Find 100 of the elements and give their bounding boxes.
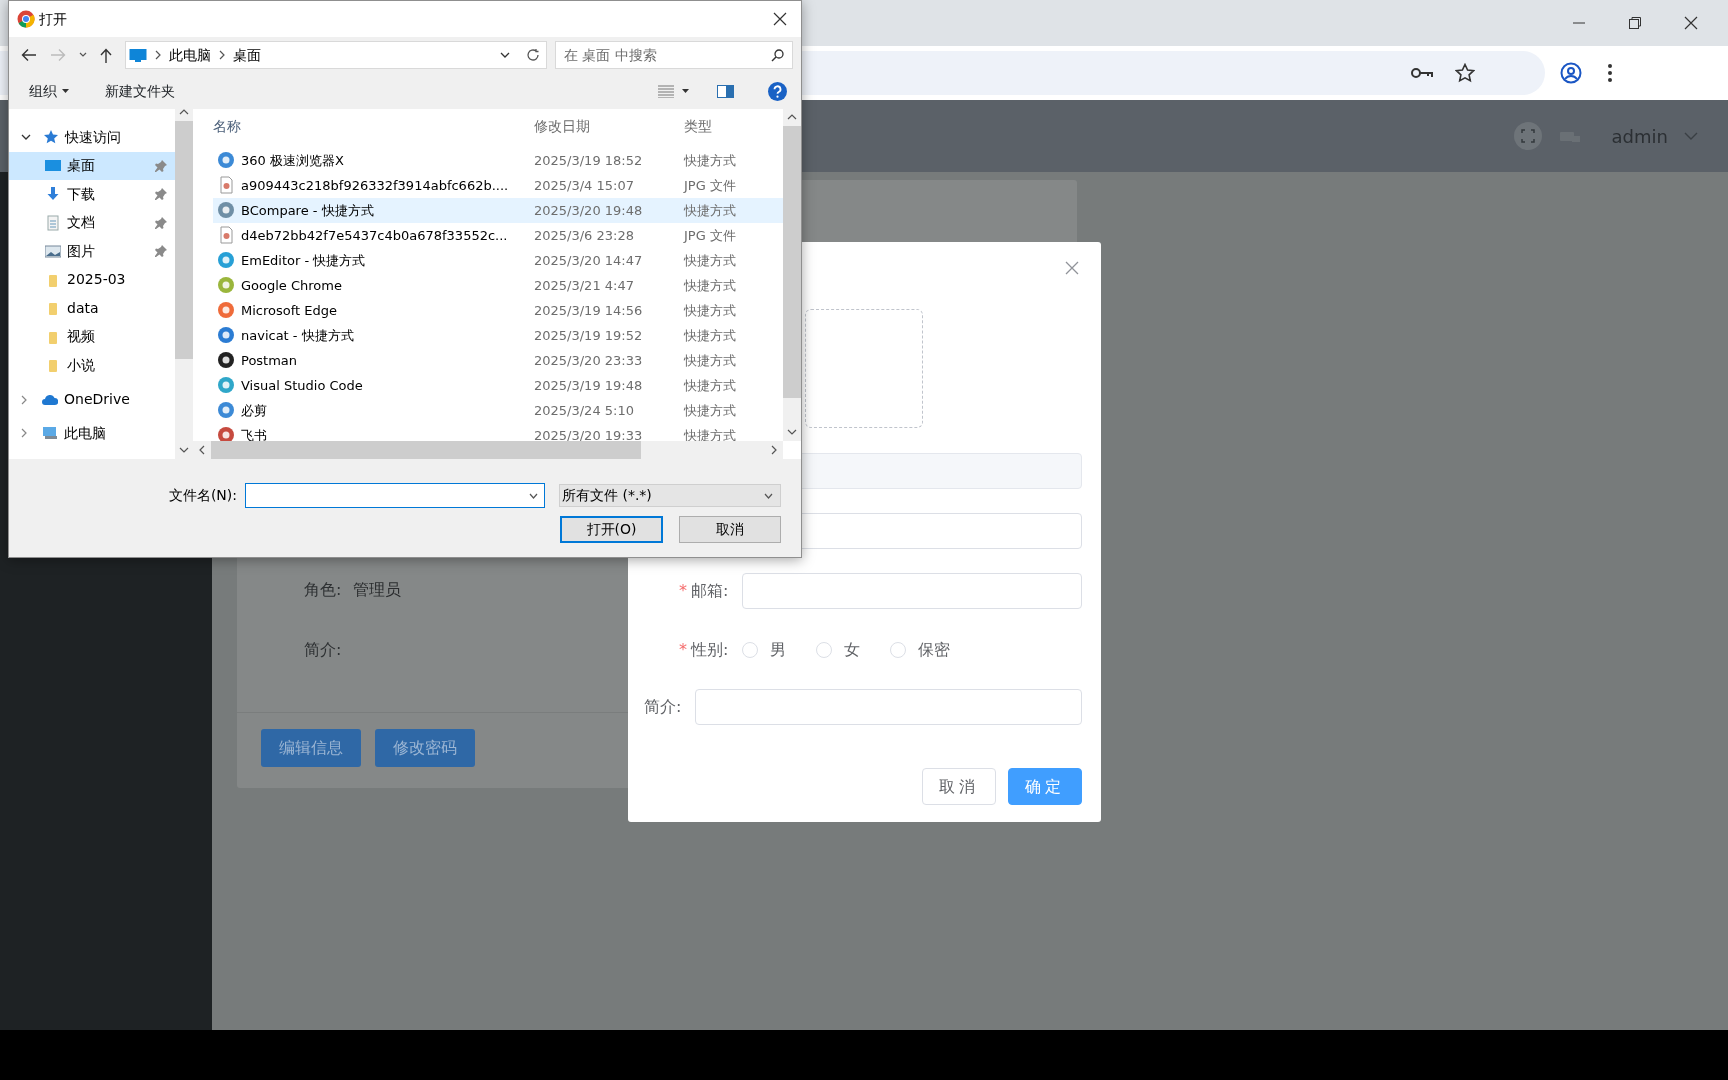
menu-icon[interactable] (1608, 64, 1612, 82)
help-icon[interactable] (768, 81, 787, 101)
nav-item[interactable]: 2025-03 (9, 265, 175, 294)
file-name: navicat - 快捷方式 (241, 326, 354, 345)
fullscreen-icon[interactable] (1513, 122, 1542, 150)
file-row[interactable]: d4eb72bb42f7e5437c4b0a678f33552c... 2025/3/6 23:28 JPG 文件 (213, 222, 783, 248)
required-mark: * (679, 639, 687, 661)
file-row[interactable]: EmEditor - 快捷方式 2025/3/20 14:47 快捷方式 (213, 247, 783, 273)
file-name: EmEditor - 快捷方式 (241, 251, 366, 270)
file-type: JPG 文件 (682, 226, 737, 245)
file-date: 2025/3/4 15:07 (533, 176, 635, 195)
file-date: 2025/3/19 14:56 (533, 301, 644, 320)
nav-item[interactable]: 快速访问 (9, 123, 175, 152)
caret-icon[interactable] (79, 52, 87, 58)
dropdown-caret-icon (764, 492, 773, 499)
toolbar-button[interactable]: 组织 (29, 80, 69, 102)
radio-label[interactable]: 保密 (918, 638, 951, 662)
input-field[interactable] (695, 689, 1082, 725)
breadcrumb-item[interactable]: 桌面 (233, 44, 261, 66)
breadcrumb-item[interactable]: 此电脑 (169, 44, 211, 66)
up-arrow-icon[interactable] (100, 47, 112, 63)
file-type: 快捷方式 (683, 201, 737, 220)
search-icon (771, 48, 784, 62)
column-header[interactable]: 类型 (675, 115, 755, 137)
file-row[interactable]: a909443c218bf926332f3914abfc662b.... 2025/3/4 15:07 JPG 文件 (213, 172, 783, 198)
file-type: 快捷方式 (683, 251, 737, 270)
toolbar-button[interactable]: 新建文件夹 (105, 80, 175, 102)
file-type: 快捷方式 (683, 426, 737, 441)
dialog-button[interactable]: 打开(O) (560, 516, 663, 543)
search-field[interactable]: 在 桌面 中搜索 (555, 41, 793, 69)
file-name: Postman (241, 351, 298, 370)
file-row[interactable]: 360 极速浏览器X 2025/3/19 18:52 快捷方式 (213, 147, 783, 173)
field-label: 邮箱: (691, 580, 729, 602)
column-header[interactable]: 名称 (213, 115, 525, 137)
nav-item[interactable]: 桌面 (9, 151, 175, 180)
field-label: 简介: (644, 696, 682, 718)
scroll-down-icon (787, 429, 797, 435)
search-placeholder: 在 桌面 中搜索 (564, 45, 657, 65)
restore-icon[interactable] (1628, 16, 1642, 30)
back-arrow-icon[interactable] (21, 48, 37, 62)
file-row[interactable]: navicat - 快捷方式 2025/3/19 19:52 快捷方式 (213, 322, 783, 348)
nav-item[interactable]: 图片 (9, 237, 175, 266)
caret-icon[interactable] (682, 89, 689, 93)
nav-item[interactable]: 视频 (9, 322, 175, 351)
forward-arrow-icon[interactable] (50, 48, 66, 62)
dialog-button[interactable]: 取消 (679, 516, 781, 543)
file-type: 快捷方式 (683, 351, 737, 370)
image-file-icon (217, 176, 235, 195)
nav-item[interactable]: data (9, 294, 175, 323)
star-icon[interactable] (1455, 63, 1475, 83)
computer-icon (42, 425, 58, 442)
filename-field[interactable] (245, 483, 545, 508)
address-bar[interactable]: 此电脑 桌面 (125, 41, 547, 69)
dropdown-caret-icon[interactable] (500, 51, 510, 59)
file-type: JPG 文件 (682, 176, 737, 195)
profile-icon[interactable] (1560, 62, 1582, 84)
file-row[interactable]: Postman 2025/3/20 23:33 快捷方式 (213, 347, 783, 373)
file-date: 2025/3/19 19:52 (533, 326, 644, 345)
radio-label[interactable]: 男 (770, 638, 787, 662)
refresh-icon[interactable] (526, 48, 540, 62)
nav-item[interactable]: 小说 (9, 351, 175, 380)
file-name: Microsoft Edge (241, 301, 337, 320)
chevron-icon (155, 50, 161, 60)
file-row[interactable]: 必剪 2025/3/24 5:10 快捷方式 (213, 397, 783, 423)
column-header[interactable]: 修改日期 (525, 115, 675, 137)
close-icon[interactable] (1684, 16, 1698, 30)
file-row[interactable]: Visual Studio Code 2025/3/19 19:48 快捷方式 (213, 372, 783, 398)
document-icon (45, 214, 61, 231)
file-type: 快捷方式 (683, 276, 737, 295)
nav-item[interactable]: 此电脑 (9, 419, 175, 448)
file-date: 2025/3/20 19:33 (533, 426, 644, 441)
nav-item[interactable]: 文档 (9, 208, 175, 237)
file-type-select[interactable]: 所有文件 (*.*) (559, 484, 781, 507)
app-icon (217, 201, 235, 220)
image-file-icon (217, 226, 235, 245)
required-mark: * (679, 580, 687, 602)
key-icon[interactable] (1411, 66, 1433, 80)
view-list-icon[interactable] (658, 84, 674, 98)
desktop-icon (45, 157, 61, 174)
file-date: 2025/3/6 23:28 (533, 226, 635, 245)
nav-item[interactable]: 下载 (9, 180, 175, 209)
chevron-icon (219, 50, 225, 60)
file-row[interactable]: Microsoft Edge 2025/3/19 14:56 快捷方式 (213, 297, 783, 323)
file-date: 2025/3/20 19:48 (533, 201, 644, 220)
file-date: 2025/3/20 23:33 (533, 351, 644, 370)
star-icon (43, 129, 59, 146)
nav-item[interactable]: OneDrive (9, 385, 175, 414)
input-field[interactable] (742, 573, 1082, 609)
scrollbar[interactable] (193, 441, 783, 459)
file-type: 快捷方式 (683, 151, 737, 170)
file-row[interactable]: BCompare - 快捷方式 2025/3/20 19:48 快捷方式 (213, 197, 783, 223)
modal-button[interactable]: 取消 (922, 768, 996, 805)
preview-pane-icon[interactable] (717, 84, 734, 98)
app-icon (217, 301, 235, 320)
radio-label[interactable]: 女 (844, 638, 861, 662)
file-type: 快捷方式 (683, 301, 737, 320)
scrollbar[interactable] (783, 109, 801, 441)
app-icon (217, 276, 235, 295)
file-row[interactable]: Google Chrome 2025/3/21 4:47 快捷方式 (213, 272, 783, 298)
close-icon[interactable] (773, 12, 787, 26)
